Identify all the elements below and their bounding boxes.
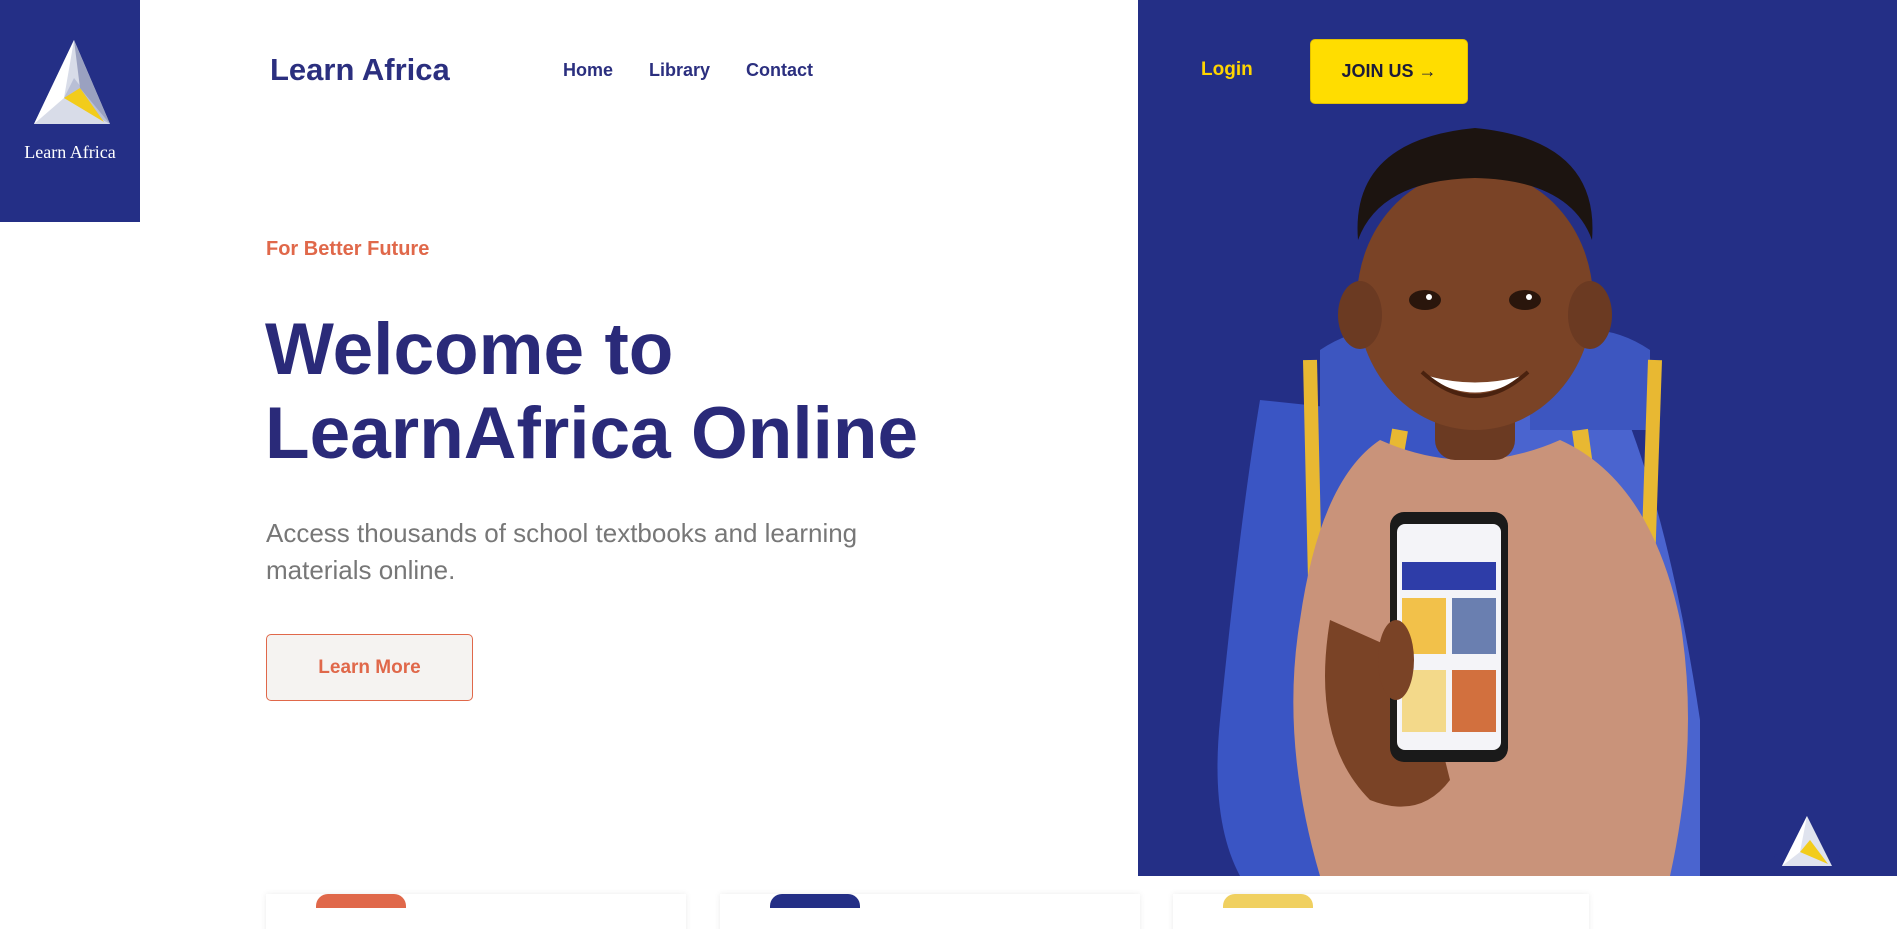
join-us-button[interactable]: JOIN US → (1310, 39, 1468, 104)
corner-logo-icon[interactable] (1774, 814, 1840, 876)
feature-card[interactable] (720, 894, 1140, 929)
feature-card-tab (316, 894, 406, 908)
brand-title[interactable]: Learn Africa (270, 52, 450, 88)
feature-card-tab (1223, 894, 1313, 908)
nav-home[interactable]: Home (563, 60, 613, 81)
hero-boy-image (1217, 128, 1700, 876)
landing-page: Learn Africa Learn Africa Home Library C… (0, 0, 1897, 929)
hero-headline-line1: Welcome to (265, 309, 674, 390)
logo-block[interactable]: Learn Africa (0, 0, 140, 222)
hero-headline-line2: LearnAfrica Online (265, 393, 919, 474)
hero-subtext: Access thousands of school textbooks and… (266, 518, 858, 585)
hero-tagline: For Better Future (266, 238, 430, 260)
learn-more-button[interactable]: Learn More (266, 634, 473, 701)
hero-headline: Welcome to LearnAfrica Online (265, 308, 918, 476)
feature-card[interactable] (1173, 894, 1589, 929)
logo-caption: Learn Africa (24, 142, 116, 162)
feature-card-tab (770, 894, 860, 908)
learn-africa-logo-icon (34, 40, 110, 124)
nav-contact[interactable]: Contact (746, 60, 813, 81)
main-nav: Home Library Contact (563, 60, 813, 81)
login-link[interactable]: Login (1201, 59, 1253, 81)
feature-card[interactable] (266, 894, 686, 929)
nav-library[interactable]: Library (649, 60, 710, 81)
